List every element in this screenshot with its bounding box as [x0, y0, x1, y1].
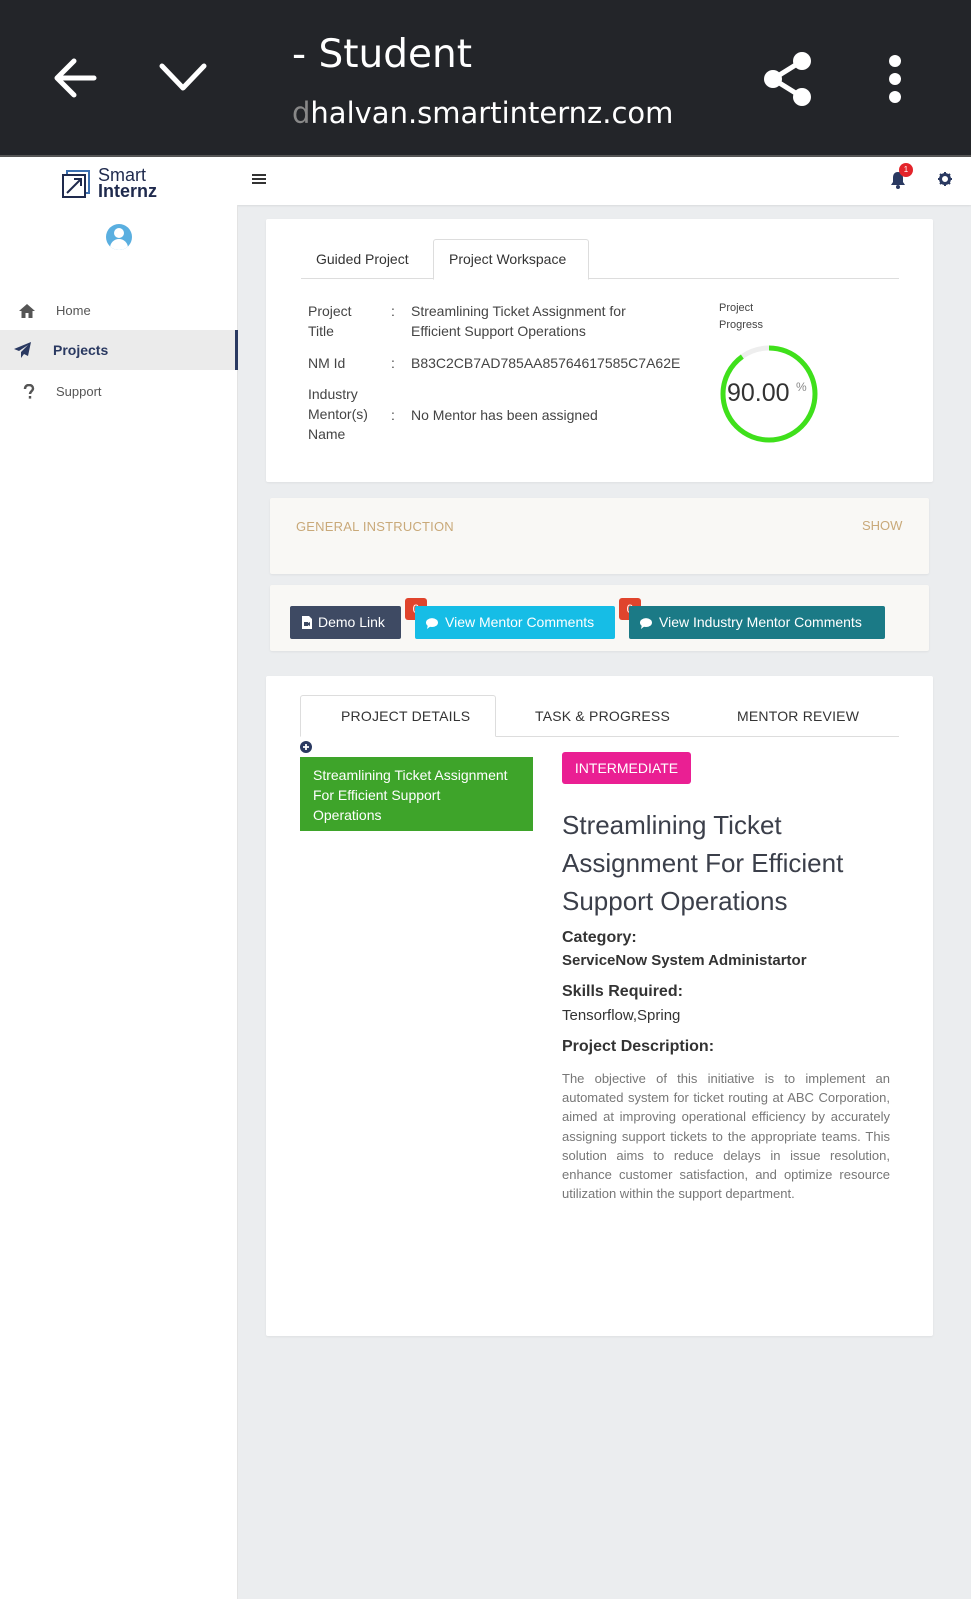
- tab-guided-project[interactable]: Guided Project: [316, 251, 409, 267]
- sidebar-item-support[interactable]: Support: [0, 372, 238, 412]
- home-icon: [19, 304, 35, 318]
- project-title-label: Project Title: [308, 303, 352, 339]
- description-label: Project Description:: [562, 1038, 715, 1055]
- category-label: Category:: [562, 929, 637, 946]
- tab-bar-divider: [301, 278, 899, 279]
- sidebar-item-projects[interactable]: Projects: [0, 330, 238, 370]
- sidebar-item-home[interactable]: Home: [0, 291, 238, 331]
- browser-toolbar: - Student dhalvan.smartinternz.com: [0, 0, 971, 157]
- skills-value: Tensorflow,Spring: [562, 1007, 681, 1024]
- paper-plane-icon: [14, 342, 31, 358]
- industry-mentor-value: No Mentor has been assigned: [411, 407, 598, 423]
- tab-project-details[interactable]: PROJECT DETAILS: [341, 708, 470, 724]
- hamburger-menu-icon[interactable]: [252, 172, 266, 186]
- video-file-icon: [302, 616, 312, 629]
- category-value: ServiceNow System Administartor: [562, 952, 807, 969]
- share-icon[interactable]: [760, 50, 816, 108]
- project-title-value: Streamlining Ticket Assignment for Effici…: [411, 303, 626, 339]
- gear-icon[interactable]: [938, 172, 952, 186]
- chevron-down-icon[interactable]: [158, 58, 208, 96]
- nm-id-label: NM Id: [308, 355, 346, 371]
- view-mentor-comments-button[interactable]: View Mentor Comments: [415, 606, 615, 639]
- demo-link-label: Demo Link: [318, 614, 385, 630]
- url-domain: halvan.smartinternz.com: [310, 96, 674, 130]
- notification-badge: 1: [899, 163, 913, 177]
- progress-value: 90.00: [727, 379, 790, 407]
- smart-internz-logo[interactable]: Smart Internz: [62, 166, 172, 202]
- project-progress-label: Project Progress: [719, 302, 764, 331]
- project-list-item[interactable]: Streamlining Ticket Assignment For Effic…: [300, 757, 533, 831]
- comment-icon: [426, 618, 438, 630]
- logo-mark-icon: [62, 170, 90, 198]
- show-instruction-toggle[interactable]: SHOW: [862, 518, 902, 533]
- plus-circle-icon[interactable]: [300, 741, 312, 753]
- view-industry-mentor-comments-button[interactable]: View Industry Mentor Comments: [629, 606, 885, 639]
- demo-link-button[interactable]: Demo Link: [290, 606, 401, 639]
- more-vertical-icon[interactable]: [884, 54, 906, 104]
- nm-id-value: B83C2CB7AD785AA85764617585C7A62E: [411, 355, 681, 371]
- level-badge: INTERMEDIATE: [562, 752, 691, 784]
- page-title: - Student: [292, 32, 472, 77]
- comment-icon: [640, 618, 652, 630]
- view-mentor-comments-label: View Mentor Comments: [445, 614, 595, 630]
- tab-mentor-review[interactable]: MENTOR REVIEW: [737, 708, 859, 724]
- back-arrow-icon[interactable]: [52, 55, 98, 101]
- colon-separator: :: [391, 407, 395, 423]
- general-instruction-panel: [270, 498, 929, 574]
- tab-project-workspace[interactable]: Project Workspace: [449, 251, 566, 267]
- question-icon: [23, 384, 35, 399]
- progress-unit: %: [796, 380, 807, 394]
- url-faded-prefix: d: [292, 96, 311, 130]
- tab-task-progress[interactable]: TASK & PROGRESS: [535, 708, 670, 724]
- user-avatar[interactable]: [106, 224, 132, 250]
- url-text[interactable]: dhalvan.smartinternz.com: [292, 96, 673, 130]
- colon-separator: :: [391, 355, 395, 371]
- view-industry-mentor-comments-label: View Industry Mentor Comments: [659, 614, 862, 630]
- sidebar: [0, 205, 238, 1599]
- colon-separator: :: [391, 303, 395, 319]
- general-instruction-title: GENERAL INSTRUCTION: [296, 519, 454, 534]
- logo-text-internz: Internz: [98, 181, 158, 201]
- sidebar-item-label: Support: [56, 384, 102, 399]
- skills-label: Skills Required:: [562, 983, 683, 1000]
- sidebar-item-label: Projects: [53, 342, 109, 358]
- industry-mentor-label: Industry Mentor(s) Name: [308, 386, 368, 442]
- sidebar-item-label: Home: [56, 303, 91, 318]
- project-heading: Streamlining Ticket Assignment For Effic…: [562, 810, 844, 916]
- project-description: The objective of this initiative is to i…: [562, 1071, 890, 1202]
